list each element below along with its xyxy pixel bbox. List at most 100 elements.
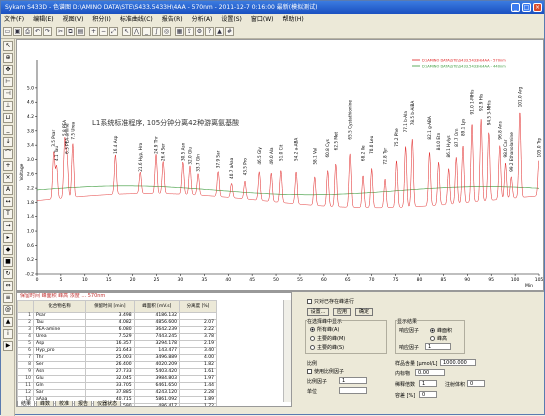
col-header-0[interactable] — [17, 300, 34, 313]
maximize-button[interactable]: □ — [522, 3, 531, 12]
save-icon[interactable]: ▣ — [13, 27, 22, 36]
cursor-icon[interactable]: ▸ — [3, 233, 13, 243]
undo-icon[interactable]: ↶ — [33, 27, 42, 36]
redo-icon[interactable]: ↷ — [43, 27, 52, 36]
mark-icon[interactable]: ◆ — [3, 245, 13, 255]
radio-all-label: 所有峰(A) — [317, 327, 340, 333]
menu-item-1[interactable]: 编辑(E) — [33, 16, 53, 23]
pan-icon[interactable]: ✥ — [3, 65, 13, 75]
tangent-icon[interactable]: ⌒ — [3, 149, 13, 159]
table-row[interactable]: 12 Sar 37.885 4243.120 2.28 — [17, 389, 217, 397]
paste-icon[interactable]: ▤ — [76, 27, 85, 36]
use-ratio-checkbox[interactable]: 使用比例因子 — [307, 368, 344, 375]
table-row[interactable]: 4 Urea 7.529 7443.245 3.78 — [17, 333, 217, 341]
dilution-input[interactable]: 1 — [419, 380, 437, 387]
settings-icon[interactable]: ⚙ — [195, 27, 204, 36]
table-scrollbar[interactable] — [283, 300, 291, 402]
menu-item-7[interactable]: 设置(S) — [221, 16, 242, 23]
table-row[interactable]: 2 Tau 4.082 4856.600 2.07 — [17, 319, 217, 327]
table-row[interactable]: 1 Psar 3.498 4186.132 — [17, 312, 217, 320]
run-icon[interactable]: ▶ — [3, 341, 13, 351]
help-icon[interactable]: ? — [205, 27, 214, 36]
peak-start-icon[interactable]: ⊢ — [3, 77, 13, 87]
delete-peak-icon[interactable]: × — [3, 173, 13, 183]
export-icon[interactable]: ⇪ — [185, 27, 194, 36]
menu-item-2[interactable]: 视图(V) — [63, 16, 84, 23]
stop-icon[interactable]: ■ — [3, 257, 13, 267]
table-row[interactable]: 3 PEA-amine 6.080 3642.239 2.22 — [17, 326, 217, 334]
select-icon[interactable]: ↖ — [3, 41, 13, 51]
menu-item-5[interactable]: 报告(R) — [162, 16, 183, 23]
table-row[interactable]: 9 Asn 27.733 5403.420 1.61 — [17, 368, 217, 376]
menu-item-4[interactable]: 标准曲线(C) — [120, 16, 153, 23]
zoom-icon[interactable]: ⊕ — [3, 53, 13, 63]
col-header-3[interactable]: 峰面积 [mV.s] — [133, 300, 181, 313]
apply-button[interactable]: 应用 — [333, 308, 351, 316]
unit-input[interactable] — [339, 387, 367, 394]
radio-selected-peaks[interactable]: 主要的峰(S) — [310, 344, 344, 351]
table-row[interactable]: 7 Thr 25.003 3496.889 4.00 — [17, 354, 217, 362]
settings-button[interactable]: 设置... — [307, 308, 329, 316]
lock-icon[interactable]: ▲ — [215, 27, 224, 36]
radio-peak-area[interactable]: 峰面积 — [430, 327, 452, 334]
open-icon[interactable]: ▭ — [3, 27, 12, 36]
table-row[interactable]: 11 Gln 33.705 6461.650 1.44 — [17, 382, 217, 390]
scale-icon[interactable]: ≡ — [3, 293, 13, 303]
measure-icon[interactable]: ↔ — [3, 197, 13, 207]
internal-std-input[interactable]: 0.00 — [415, 369, 445, 376]
arrow-icon[interactable]: → — [3, 221, 13, 231]
table-row[interactable]: 8 Ser 26.400 4020.209 1.82 — [17, 361, 217, 369]
text-icon[interactable]: T — [3, 209, 13, 219]
range-icon[interactable]: ⇔ — [3, 281, 13, 291]
add-peak-icon[interactable]: + — [3, 161, 13, 171]
cut-icon[interactable]: ✂ — [56, 27, 65, 36]
menu-item-9[interactable]: 帮助(H) — [283, 16, 304, 23]
merge-icon[interactable]: ⊔ — [3, 113, 13, 123]
menu-item-3[interactable]: 积分(I) — [92, 16, 110, 23]
ok-button[interactable]: 确定 — [355, 308, 373, 316]
minimize-button[interactable]: _ — [511, 3, 520, 12]
table-row[interactable]: 10 Glu 32.045 3984.803 1.97 — [17, 375, 217, 383]
chromatogram-chart[interactable]: 5.0 4.6 4.2 3.8 3.4 3.0 2.6 2.2 1.8 1.4 1.0 0.6 0.2 -… — [16, 39, 544, 291]
volume-input[interactable]: 0 — [467, 380, 485, 387]
radio-all-peaks[interactable]: 所有峰(A) — [310, 326, 339, 333]
peak-label: 26.4 Ser — [161, 143, 166, 161]
cursor-icon[interactable]: ↖ — [122, 27, 131, 36]
label-icon[interactable]: A — [3, 185, 13, 195]
ratio-factor-input[interactable]: 1 — [339, 377, 367, 384]
split-icon[interactable]: ⊥ — [3, 101, 13, 111]
table-row[interactable]: 6 Hyp_pro 21.643 143.477 3.40 — [17, 347, 217, 355]
zoom-out-icon[interactable]: − — [99, 27, 108, 36]
col-header-1[interactable]: 化合物名称 — [33, 300, 86, 313]
baseline-icon[interactable]: _ — [3, 125, 13, 135]
auto-icon[interactable]: @ — [3, 305, 13, 315]
info-icon[interactable]: i — [3, 329, 13, 339]
tolerance-input[interactable]: 0 — [419, 391, 437, 398]
drop-icon[interactable]: ↓ — [3, 137, 13, 147]
grid-icon[interactable]: # — [225, 27, 234, 36]
print-icon[interactable]: ⎙ — [23, 27, 32, 36]
radio-peak-height[interactable]: 峰高 — [430, 335, 447, 342]
col-header-4[interactable]: 分离度 [%] — [179, 300, 217, 313]
only-existing-checkbox[interactable]: 只对已存在峰进行 — [307, 298, 354, 305]
close-button[interactable]: × — [533, 3, 542, 12]
copy-icon[interactable]: ⧉ — [66, 27, 75, 36]
sample-amount-input[interactable]: 1000.000 — [440, 359, 476, 366]
menu-item-0[interactable]: 文件(F) — [4, 16, 24, 23]
zoom-in-icon[interactable]: + — [89, 27, 98, 36]
radio-main-peaks[interactable]: 主要的峰(M) — [310, 335, 345, 342]
zoom-fit-icon[interactable]: ⤢ — [109, 27, 118, 36]
report-icon[interactable]: ▦ — [175, 27, 184, 36]
baseline-icon[interactable]: _ — [142, 27, 151, 36]
factor-input[interactable]: 1 — [425, 343, 451, 350]
menu-item-6[interactable]: 分析(A) — [192, 16, 213, 23]
calibrate-icon[interactable]: ◎ — [162, 27, 171, 36]
peak-icon[interactable]: ⋀ — [132, 27, 141, 36]
peak-end-icon[interactable]: ⊣ — [3, 89, 13, 99]
table-row[interactable]: 5 Asp 16.357 3294.178 2.19 — [17, 340, 217, 348]
refresh-icon[interactable]: ↻ — [3, 269, 13, 279]
lock-icon[interactable]: ▲ — [3, 317, 13, 327]
integrate-icon[interactable]: ∫ — [152, 27, 161, 36]
menu-item-8[interactable]: 窗口(W) — [251, 16, 274, 23]
col-header-2[interactable]: 保留时间 [min] — [85, 300, 135, 313]
